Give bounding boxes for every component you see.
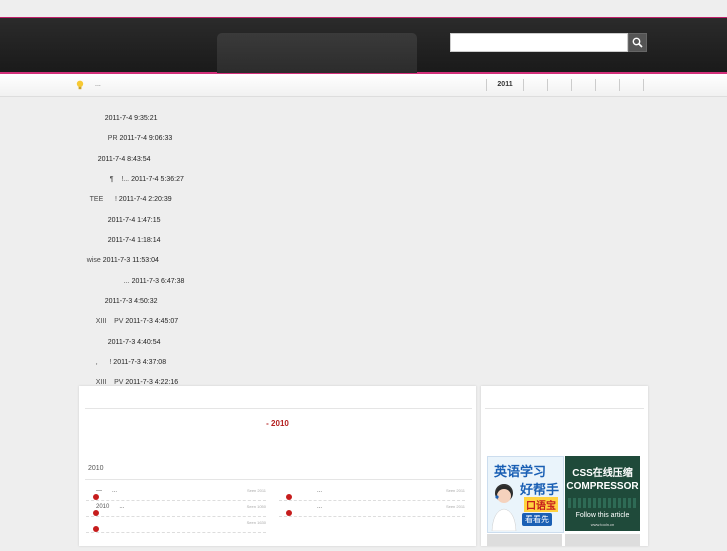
person-illustration-icon	[491, 484, 517, 531]
ad-subheadline: COMPRESSOR	[566, 481, 639, 492]
divider	[85, 479, 472, 480]
entry-timestamp: 2011-7-4 9:06:33	[119, 135, 173, 142]
section-year: 2010	[88, 465, 104, 472]
ad-cta-button[interactable]: 看看先	[522, 513, 552, 526]
search-button[interactable]	[628, 33, 647, 52]
entry-title: TEE !	[89, 196, 117, 203]
divider	[485, 408, 644, 409]
entry-timestamp: 2011-7-3 11:53:04	[102, 257, 159, 264]
panel-title: - 2010	[266, 419, 289, 428]
ad-subheadline: 好帮手	[520, 482, 560, 497]
ad-cta: Follow this article	[575, 512, 630, 519]
search-input[interactable]	[450, 33, 628, 52]
year-tab[interactable]	[571, 79, 595, 91]
list-item-title: — ...	[96, 488, 118, 494]
entry-row[interactable]: ¶ !... 2011-7-4 5:36:27	[102, 162, 184, 183]
entry-row[interactable]: 2011-7-3 4:50:32	[95, 284, 158, 305]
site-header	[0, 17, 727, 74]
year-nav: 2011	[486, 79, 644, 91]
divider	[85, 408, 472, 409]
entry-timestamp: 2011-7-4 2:20:39	[118, 196, 172, 203]
list-item-meta: Seen 2011	[445, 488, 465, 493]
entry-row[interactable]: PR 2011-7-4 9:06:33	[100, 121, 173, 142]
entry-title: wise	[86, 257, 101, 264]
list-item[interactable]: ... Seen 2011	[279, 488, 465, 500]
divider	[86, 500, 266, 501]
ad-headline: 英语学习	[494, 464, 547, 479]
entry-row[interactable]: 2011-7-4 9:35:21	[95, 101, 158, 122]
english-learning-ad[interactable]: 英语学习 好帮手 口语宝 看看先	[487, 456, 564, 533]
entry-row[interactable]: wise 2011-7-3 11:53:04	[79, 243, 159, 264]
thumbnail[interactable]	[565, 534, 640, 546]
year-tab[interactable]	[619, 79, 644, 91]
divider	[279, 516, 465, 517]
ad-decoration	[568, 498, 637, 508]
info-text: ...	[95, 81, 101, 88]
thumbnail[interactable]	[487, 534, 562, 546]
list-item[interactable]: — ... Seen 2011	[86, 488, 266, 500]
divider	[86, 516, 266, 517]
divider	[279, 500, 465, 501]
list-item-meta: Seen 1630	[246, 520, 266, 525]
year-tab[interactable]	[595, 79, 619, 91]
search-icon	[632, 37, 643, 48]
list-item[interactable]: Seen 1630	[86, 520, 266, 532]
entry-row[interactable]: XIII PV 2011-7-3 4:45:07	[88, 304, 178, 325]
entry-row[interactable]: ... 2011-7-3 6:47:38	[116, 264, 185, 285]
info-bar: ... 2011	[0, 74, 727, 97]
header-tab-area	[217, 33, 417, 73]
year-tab-2011[interactable]: 2011	[486, 79, 523, 91]
sidebar-panel: 英语学习 好帮手 口语宝 看看先 CSS在线压缩 COMPRESSOR Foll…	[481, 386, 648, 546]
entry-title: PR	[107, 135, 118, 142]
list-item-title: 2010 ...	[96, 504, 125, 510]
list-item-meta: Seen 1050	[246, 504, 266, 509]
list-item-title: ...	[317, 488, 323, 494]
list-item[interactable]: 2010 ... Seen 1050	[86, 504, 266, 516]
entry-title: XIII PV	[95, 379, 124, 386]
entry-row[interactable]: XIII PV 2011-7-3 4:22:16	[88, 365, 178, 386]
css-compressor-ad[interactable]: CSS在线压缩 COMPRESSOR Follow this article w…	[565, 456, 640, 531]
entry-row[interactable]: 2011-7-4 1:18:14	[98, 223, 161, 244]
ad-url: www.tooln.cn	[590, 522, 615, 527]
archive-panel: - 2010 2010 — ... Seen 2011 ... Seen 201…	[79, 386, 476, 546]
list-item-title: ...	[317, 504, 323, 510]
entry-row[interactable]: 2011-7-4 1:47:15	[98, 203, 161, 224]
list-item-meta: Seen 2011	[445, 504, 465, 509]
year-tab[interactable]	[547, 79, 571, 91]
list-item-meta: Seen 2011	[246, 488, 266, 493]
entry-timestamp: 2011-7-3 4:45:07	[125, 318, 179, 325]
ad-headline: CSS在线压缩	[572, 468, 633, 479]
entry-timestamp: 2011-7-3 4:22:16	[125, 379, 179, 386]
entry-row[interactable]: , ! 2011-7-3 4:37:08	[88, 345, 166, 366]
entry-row[interactable]: TEE ! 2011-7-4 2:20:39	[82, 182, 172, 203]
divider	[86, 532, 266, 533]
entry-row[interactable]: 2011-7-3 4:40:54	[98, 325, 161, 346]
list-item[interactable]: ... Seen 2011	[279, 504, 465, 516]
year-tab[interactable]	[523, 79, 547, 91]
entry-title: XIII PV	[95, 318, 124, 325]
ad-product: 口语宝	[524, 497, 558, 512]
entry-row[interactable]: 2011-7-4 8:43:54	[88, 142, 151, 163]
lightbulb-icon	[76, 80, 84, 90]
